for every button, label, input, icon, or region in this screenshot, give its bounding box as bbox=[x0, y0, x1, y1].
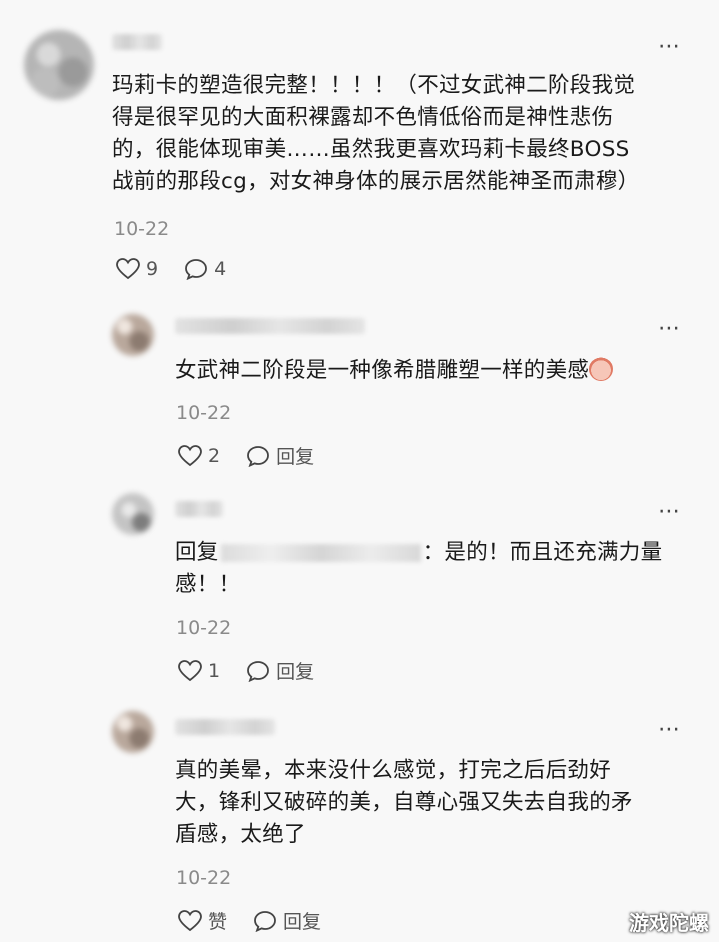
reply-label: 回复 bbox=[283, 911, 322, 933]
shy-face-emoji-icon bbox=[589, 357, 614, 381]
avatar[interactable] bbox=[112, 711, 154, 753]
comment-3: ⋯ 回复 ：是的！而且还充满力量 感！！ 10-22 1 回复 bbox=[0, 485, 719, 695]
username[interactable] bbox=[112, 34, 162, 50]
like-count: 1 bbox=[208, 659, 221, 682]
comment-date: 10-22 bbox=[176, 867, 232, 889]
comment-text: 女武神二阶段是一种像希腊雕塑一样的美感 bbox=[175, 355, 695, 387]
more-options-icon[interactable]: ⋯ bbox=[658, 719, 681, 741]
comment-text: 玛莉卡的塑造很完整！！！！（不过女武神二阶段我觉 得是很罕见的大面积裸露却不色情… bbox=[112, 73, 640, 194]
reply-count: 4 bbox=[214, 258, 227, 280]
avatar[interactable] bbox=[24, 30, 94, 100]
like-button[interactable]: 赞 bbox=[178, 907, 227, 934]
heart-icon bbox=[116, 258, 140, 280]
comment-actions: 1 回复 bbox=[178, 657, 340, 684]
watermark: 游戏陀螺 bbox=[629, 911, 709, 935]
comment-text: 真的美晕，本来没什么感觉，打完之后后劲好 大，锋利又破碎的美，自尊心强又失去自我… bbox=[175, 758, 633, 847]
comment-date: 10-22 bbox=[114, 218, 170, 240]
reply-label: 回复 bbox=[276, 446, 315, 468]
comment-date: 10-22 bbox=[176, 617, 232, 639]
username[interactable] bbox=[175, 501, 223, 517]
reply-button[interactable]: 回复 bbox=[253, 907, 321, 934]
comment-bubble-icon bbox=[247, 445, 269, 467]
comment-4: ⋯ 真的美晕，本来没什么感觉，打完之后后劲好 大，锋利又破碎的美，自尊心强又失去… bbox=[0, 695, 719, 942]
like-label: 赞 bbox=[208, 911, 228, 933]
reply-button[interactable]: 回复 bbox=[246, 442, 314, 469]
more-options-icon[interactable]: ⋯ bbox=[658, 501, 681, 523]
avatar[interactable] bbox=[112, 314, 154, 356]
more-options-icon[interactable]: ⋯ bbox=[658, 318, 681, 340]
comment-bubble-icon bbox=[185, 259, 207, 280]
comment-2: ⋯ 女武神二阶段是一种像希腊雕塑一样的美感 10-22 2 回复 bbox=[0, 300, 719, 485]
reply-button[interactable]: 回复 bbox=[246, 657, 314, 684]
like-button[interactable]: 2 bbox=[178, 445, 220, 467]
comment-bubble-icon bbox=[254, 910, 276, 932]
comment-date: 10-22 bbox=[176, 402, 232, 424]
heart-icon bbox=[178, 659, 202, 681]
like-button[interactable]: 9 bbox=[116, 258, 158, 280]
avatar[interactable] bbox=[112, 493, 154, 535]
more-options-icon[interactable]: ⋯ bbox=[658, 36, 681, 58]
comment-actions: 2 回复 bbox=[178, 442, 340, 469]
comment-actions: 赞 回复 bbox=[178, 907, 347, 934]
username[interactable] bbox=[175, 719, 275, 735]
reply-button[interactable]: 4 bbox=[184, 258, 226, 280]
comment-text: 回复 ：是的！而且还充满力量 感！！ bbox=[175, 540, 663, 597]
comment-1: ⋯ 玛莉卡的塑造很完整！！！！（不过女武神二阶段我觉 得是很罕见的大面积裸露却不… bbox=[0, 0, 719, 300]
heart-icon bbox=[178, 909, 202, 931]
like-count: 9 bbox=[146, 258, 159, 280]
reply-prefix: 回复 bbox=[175, 540, 219, 565]
mentioned-username[interactable] bbox=[220, 544, 421, 562]
like-button[interactable]: 1 bbox=[178, 660, 220, 682]
comment-actions: 9 4 bbox=[116, 258, 252, 280]
username[interactable] bbox=[175, 318, 365, 334]
reply-label: 回复 bbox=[276, 661, 315, 683]
like-count: 2 bbox=[208, 444, 221, 467]
heart-icon bbox=[178, 444, 202, 466]
comment-bubble-icon bbox=[247, 660, 269, 682]
